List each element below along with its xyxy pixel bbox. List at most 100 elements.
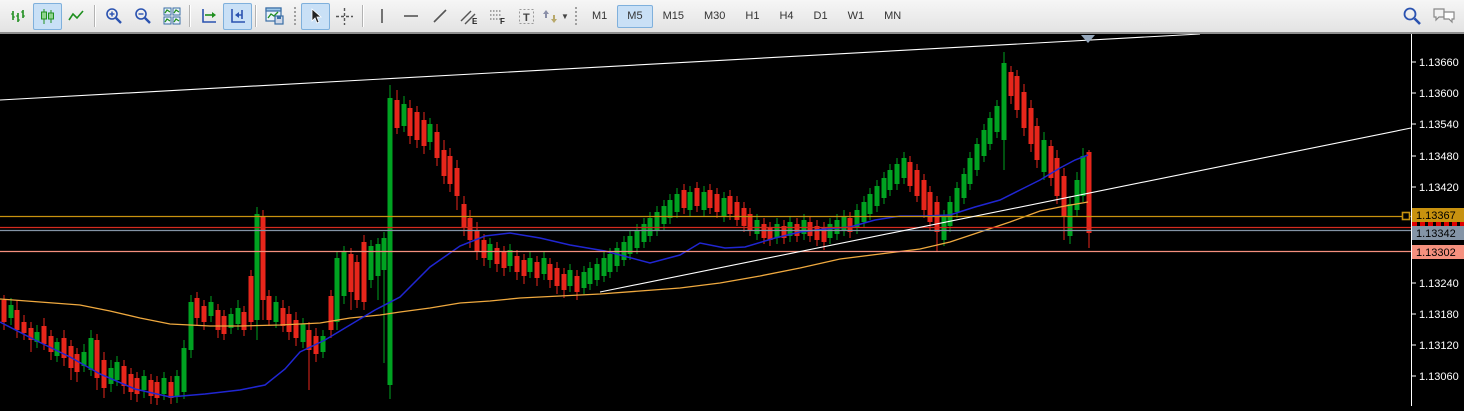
candle-body (887, 170, 893, 190)
candle-body (108, 368, 114, 384)
fibonacci-button[interactable]: F (483, 3, 512, 30)
text-button[interactable]: T (512, 3, 541, 30)
chat-button[interactable] (1428, 3, 1460, 30)
candle-body (701, 192, 707, 210)
candle-body (447, 156, 453, 184)
bars-chart-button[interactable] (4, 3, 33, 30)
chart-template-button[interactable] (260, 3, 289, 30)
candle-body (1014, 76, 1020, 110)
candle-body (914, 170, 920, 196)
auto-scroll-icon (229, 7, 247, 25)
candle-body (241, 312, 247, 330)
candle-body (541, 258, 547, 274)
candle-body (273, 302, 279, 322)
candle-body (1067, 204, 1073, 236)
candle-body (467, 218, 473, 240)
timeframe-w1[interactable]: W1 (838, 5, 875, 28)
text-label-icon: T (518, 8, 535, 25)
candle-body (601, 258, 607, 276)
candle-body (134, 378, 140, 394)
candle-body (907, 162, 913, 186)
candle-body (201, 306, 207, 322)
timeframe-d1[interactable]: D1 (804, 5, 838, 28)
arrows-icon (542, 8, 559, 25)
trend-line-icon (432, 8, 448, 24)
candle-body (634, 230, 640, 248)
candle-body (1034, 126, 1040, 160)
candle-body (707, 190, 713, 208)
candle-body (734, 202, 740, 220)
timeframe-h1[interactable]: H1 (735, 5, 769, 28)
horizontal-line-button[interactable] (396, 3, 425, 30)
crosshair-button[interactable] (330, 3, 359, 30)
candle-body (514, 256, 520, 272)
price-tick-label: 1.13420 (1419, 182, 1459, 194)
trendline-button[interactable] (425, 3, 454, 30)
candle-body (674, 194, 680, 212)
candle-body (427, 124, 433, 142)
auto-scroll-button[interactable] (223, 2, 252, 30)
dropdown-caret-icon[interactable]: ▼ (561, 12, 569, 21)
candle-body (954, 188, 960, 212)
line-chart-icon (68, 8, 85, 25)
candle-body (407, 108, 413, 136)
candle-body (208, 302, 214, 316)
cursor-button[interactable] (301, 2, 330, 30)
scroll-to-end-icon (200, 7, 218, 25)
candle-body (527, 258, 533, 272)
candle-body (534, 262, 540, 278)
candle-body (567, 270, 573, 286)
candlestick-chart-button[interactable] (33, 2, 62, 30)
candle-body (381, 238, 387, 270)
candle-body (727, 196, 733, 214)
price-tick-label: 1.13240 (1419, 278, 1459, 290)
candle-body (454, 168, 460, 196)
candle-body (554, 268, 560, 286)
chart-area[interactable]: 1.13660 1.13600 1.13540 1.13480 1.13420 1.132… (0, 0, 1464, 406)
search-button[interactable] (1396, 3, 1428, 30)
candle-body (867, 194, 873, 214)
candle-body (481, 240, 487, 258)
price-badge-label: 1.13367 (1416, 210, 1456, 222)
gold-line-handle[interactable] (1401, 211, 1411, 221)
chart-canvas[interactable]: 1.13660 1.13600 1.13540 1.13480 1.13420 1.132… (0, 0, 1464, 406)
candle-body (594, 264, 600, 280)
candle-body (894, 164, 900, 184)
scroll-to-end-button[interactable] (194, 3, 223, 30)
candle-body (235, 308, 241, 324)
line-chart-button[interactable] (62, 3, 91, 30)
price-tick-label: 1.13180 (1419, 309, 1459, 321)
fibonacci-icon: F (489, 8, 507, 25)
timeframe-m5[interactable]: M5 (617, 4, 653, 28)
candle-body (334, 258, 340, 322)
zoom-out-button[interactable] (128, 3, 157, 30)
candle-body (260, 216, 266, 300)
candle-body (881, 178, 887, 198)
tile-windows-button[interactable] (157, 3, 186, 30)
timeframe-m15[interactable]: M15 (653, 5, 694, 28)
svg-text:T: T (523, 12, 530, 24)
candle-body (21, 322, 27, 333)
candle-body (974, 144, 980, 170)
candle-body (128, 374, 134, 392)
timeframe-h4[interactable]: H4 (769, 5, 803, 28)
vertical-line-button[interactable] (367, 3, 396, 30)
candle-body (587, 268, 593, 284)
timeframe-m30[interactable]: M30 (694, 5, 735, 28)
candle-body (194, 298, 200, 318)
svg-text:F: F (500, 17, 505, 25)
arrows-button[interactable]: ▼ (541, 3, 570, 30)
candle-body (614, 248, 620, 266)
candle-body (581, 272, 587, 288)
price-tick-label: 1.13060 (1419, 371, 1459, 383)
candle-body (561, 274, 567, 290)
toolbar-drag-handle (293, 6, 297, 26)
candle-body (687, 192, 693, 210)
equidistant-channel-button[interactable]: E (454, 3, 483, 30)
timeframe-m1[interactable]: M1 (582, 5, 617, 28)
candle-body (987, 118, 993, 144)
candle-body (681, 190, 687, 208)
timeframe-mn[interactable]: MN (874, 5, 911, 28)
candle-body (293, 320, 299, 338)
zoom-in-button[interactable] (99, 3, 128, 30)
